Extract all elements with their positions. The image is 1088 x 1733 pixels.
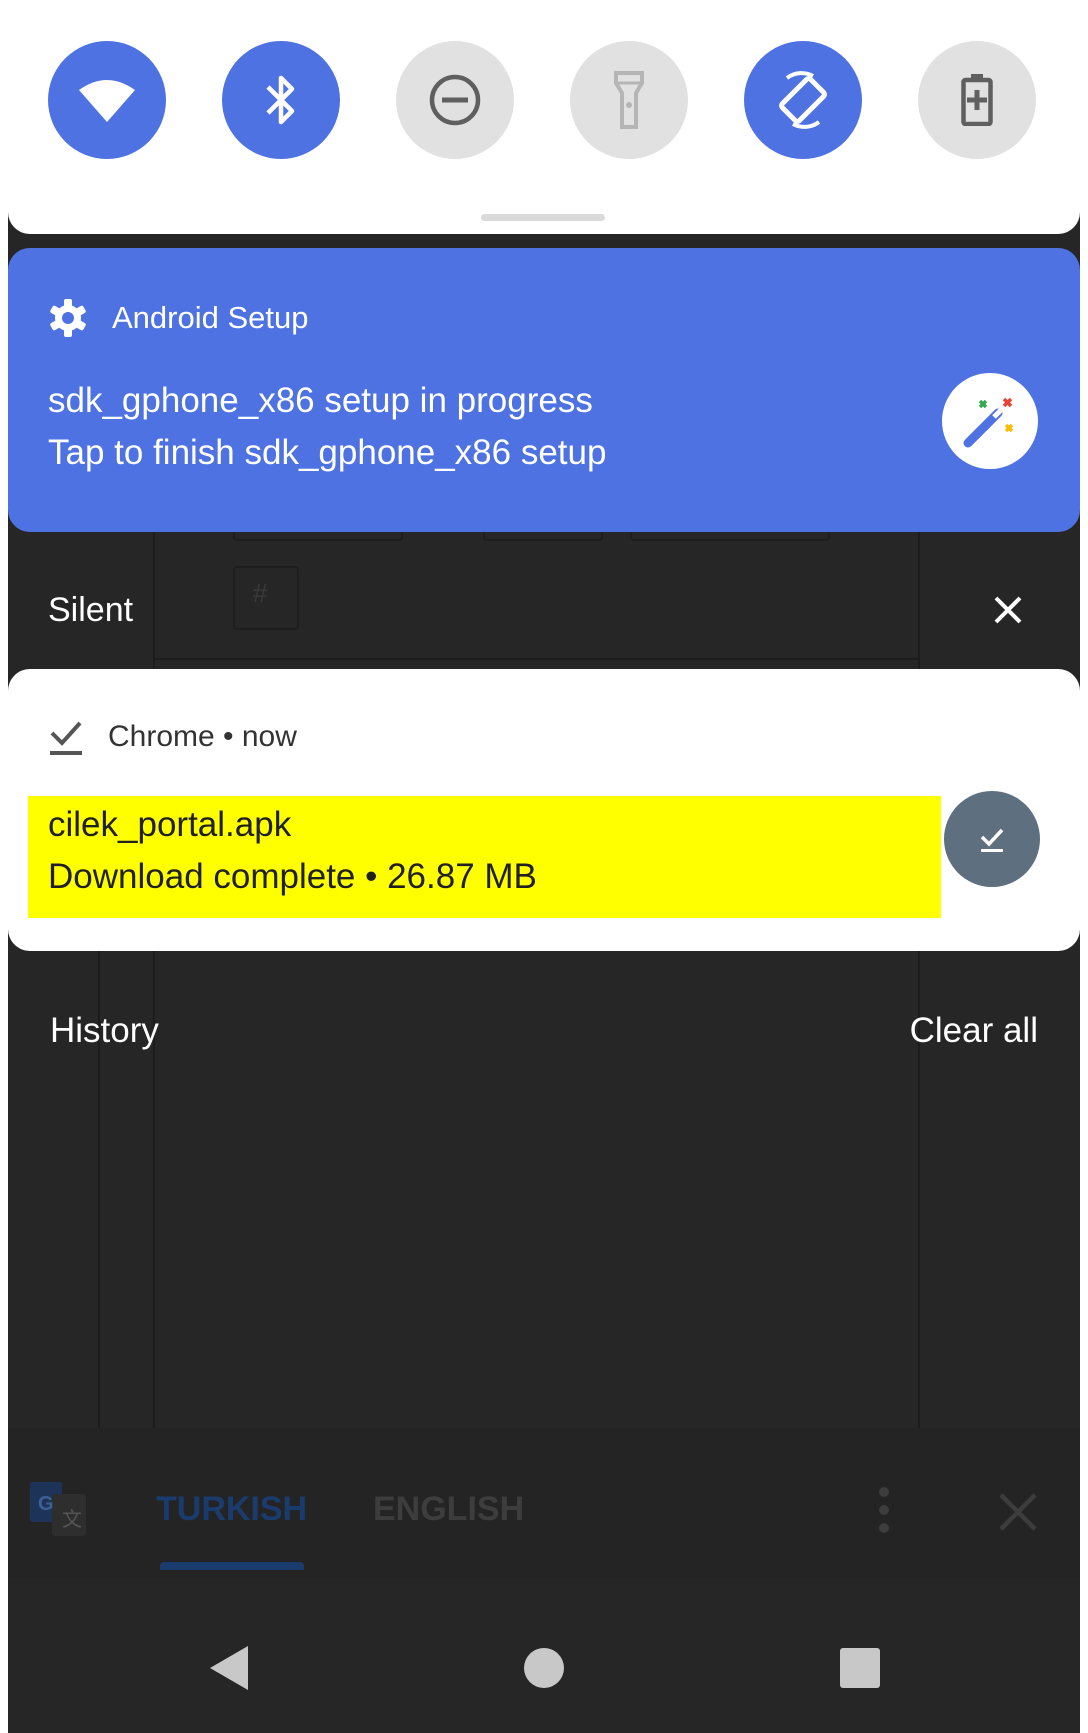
close-icon[interactable]: [986, 588, 1030, 632]
battery-saver-tile[interactable]: [918, 41, 1036, 159]
auto-rotate-tile[interactable]: [744, 41, 862, 159]
download-app-name: Chrome • now: [108, 720, 297, 753]
more-options-icon[interactable]: [874, 1486, 894, 1534]
background-divider: [153, 658, 918, 660]
active-tab-indicator: [160, 1562, 304, 1570]
battery-saver-icon: [961, 74, 993, 126]
wifi-tile[interactable]: [48, 41, 166, 159]
quick-settings-panel: [8, 6, 1080, 234]
recents-button[interactable]: [830, 1638, 890, 1698]
history-row: History Clear all: [8, 991, 1080, 1071]
drag-handle[interactable]: [481, 214, 605, 221]
download-done-button[interactable]: [944, 791, 1040, 887]
svg-text:文: 文: [62, 1507, 82, 1531]
setup-notification[interactable]: Android Setup sdk_gphone_x86 setup in pr…: [8, 248, 1080, 532]
setup-app-name: Android Setup: [112, 300, 309, 335]
home-icon: [524, 1648, 564, 1688]
flashlight-icon: [614, 71, 644, 129]
wifi-icon: [79, 80, 135, 122]
flashlight-tile[interactable]: [570, 41, 688, 159]
download-app-header: Chrome • now: [48, 717, 297, 757]
do-not-disturb-tile[interactable]: [396, 41, 514, 159]
close-icon[interactable]: [998, 1492, 1038, 1532]
clear-all-button[interactable]: Clear all: [910, 1011, 1038, 1051]
history-button[interactable]: History: [50, 1011, 159, 1051]
source-language-tab[interactable]: TURKISH: [156, 1490, 307, 1529]
translate-bar: G 文 TURKISH ENGLISH: [8, 1428, 1080, 1578]
magic-wand-button[interactable]: [942, 373, 1038, 469]
svg-text:G: G: [38, 1493, 54, 1515]
target-language-tab[interactable]: ENGLISH: [373, 1490, 524, 1529]
download-notification[interactable]: Chrome • now cilek_portal.apk Download c…: [8, 669, 1080, 951]
back-icon: [210, 1646, 248, 1690]
silent-label: Silent: [48, 591, 134, 629]
magic-wand-icon: [963, 397, 1014, 448]
phone-screen: # Android Setup sdk_gphone_x86 setup in …: [8, 6, 1080, 1733]
download-done-icon: [50, 721, 82, 755]
back-button[interactable]: [200, 1638, 260, 1698]
download-file-name: cilek_portal.apk: [48, 805, 292, 844]
download-status-text: Download complete • 26.87 MB: [48, 857, 537, 896]
bluetooth-tile[interactable]: [222, 41, 340, 159]
google-translate-icon: G 文: [30, 1482, 86, 1536]
setup-app-header: Android Setup: [48, 298, 308, 338]
gear-icon: [50, 299, 86, 337]
recents-icon: [840, 1648, 880, 1688]
home-button[interactable]: [514, 1638, 574, 1698]
navigation-bar: [8, 1610, 1080, 1733]
silent-section-header: Silent: [8, 566, 1080, 646]
setup-title: sdk_gphone_x86 setup in progress: [48, 381, 593, 420]
setup-text: Tap to finish sdk_gphone_x86 setup: [48, 433, 607, 472]
download-done-icon: [980, 828, 1004, 852]
bluetooth-icon: [266, 75, 295, 125]
auto-rotate-icon: [779, 71, 827, 129]
do-not-disturb-icon: [429, 74, 481, 126]
